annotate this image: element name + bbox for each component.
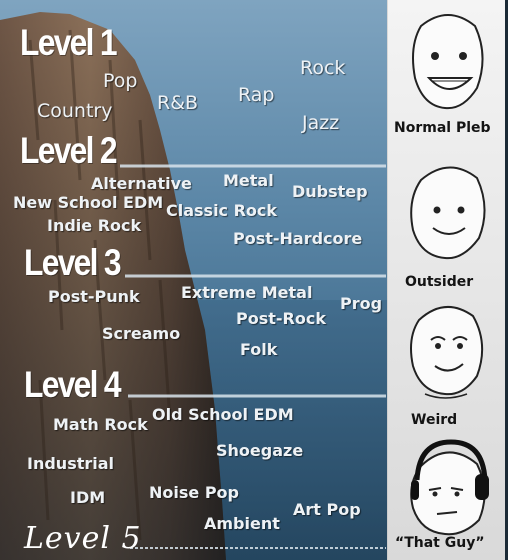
genre-industrial: Industrial bbox=[27, 454, 115, 473]
genre-art-pop: Art Pop bbox=[293, 500, 361, 519]
genre-rnb: R&B bbox=[157, 92, 199, 114]
level-3-label: Level 3 bbox=[24, 242, 122, 283]
caption-normal-pleb: Normal Pleb bbox=[394, 120, 491, 136]
genre-alternative: Alternative bbox=[91, 174, 192, 193]
level-4-label: Level 4 bbox=[24, 364, 122, 405]
caption-weird: Weird bbox=[411, 412, 458, 428]
level-5-label: Level 5 bbox=[24, 521, 142, 556]
outsider-face-icon bbox=[410, 166, 486, 260]
character-panel: Normal Pleb Outsider Weird “That Guy” bbox=[386, 0, 505, 560]
genre-old-school-edm: Old School EDM bbox=[152, 405, 294, 424]
genre-post-hardcore: Post-Hardcore bbox=[233, 229, 363, 248]
caption-that-guy: “That Guy” bbox=[395, 535, 485, 551]
genre-idm: IDM bbox=[70, 488, 106, 507]
level-2-label: Level 2 bbox=[20, 130, 118, 171]
genre-folk: Folk bbox=[240, 340, 278, 359]
genre-post-punk: Post-Punk bbox=[48, 287, 140, 306]
genre-noise-pop: Noise Pop bbox=[149, 483, 239, 502]
that-guy-headphones-face-icon bbox=[410, 439, 489, 536]
caption-outsider: Outsider bbox=[405, 274, 474, 290]
genre-jazz: Jazz bbox=[302, 112, 340, 134]
genre-shoegaze: Shoegaze bbox=[216, 441, 304, 460]
genre-screamo: Screamo bbox=[102, 324, 181, 343]
genre-metal: Metal bbox=[223, 171, 274, 190]
normal-pleb-face-icon bbox=[412, 14, 484, 110]
genre-ambient: Ambient bbox=[204, 514, 280, 533]
genre-extreme-metal: Extreme Metal bbox=[181, 283, 313, 302]
genre-post-rock: Post-Rock bbox=[236, 309, 326, 328]
genre-math-rock: Math Rock bbox=[53, 415, 148, 434]
genre-rap: Rap bbox=[238, 84, 275, 106]
genre-country: Country bbox=[37, 100, 113, 122]
genre-classic-rock: Classic Rock bbox=[166, 201, 278, 220]
genre-indie-rock: Indie Rock bbox=[47, 216, 142, 235]
genre-prog: Prog bbox=[340, 294, 383, 313]
level-1-label: Level 1 bbox=[20, 22, 118, 63]
genre-rock: Rock bbox=[300, 57, 346, 79]
genre-new-school-edm: New School EDM bbox=[13, 193, 164, 212]
meme-image: Level 1 Level 2 Level 3 Level 4 Level 5 … bbox=[0, 0, 508, 560]
genre-dubstep: Dubstep bbox=[292, 182, 368, 201]
genre-pop: Pop bbox=[103, 70, 138, 92]
weird-face-icon bbox=[410, 305, 484, 399]
